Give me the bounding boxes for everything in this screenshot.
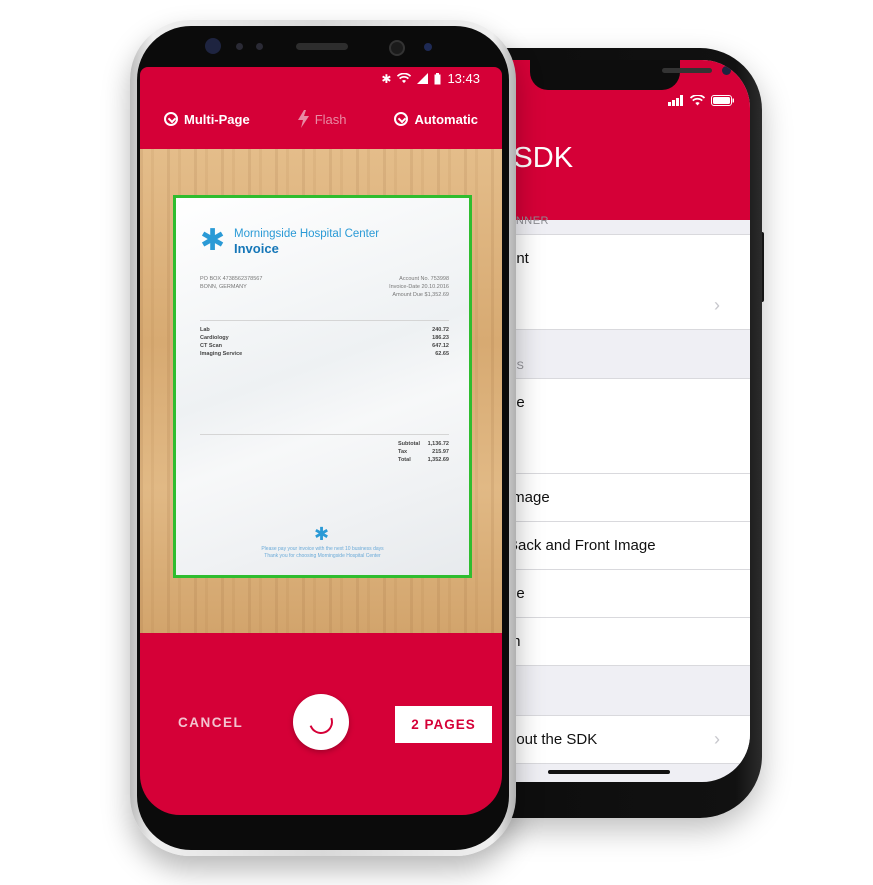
iphone-speaker	[662, 68, 712, 73]
footer-line: Thank you for choosing Morningside Hospi…	[264, 553, 381, 559]
signal-icon	[668, 94, 683, 106]
footer-line: Please pay your invoice with the next 10…	[261, 546, 384, 552]
total-label: Total	[398, 457, 411, 463]
amount-due: Amount Due $1,352.69	[392, 292, 449, 298]
signal-icon	[417, 73, 429, 84]
sensor-dot	[424, 43, 432, 51]
total-amount: 1,136.72	[427, 441, 449, 447]
iris-sensor	[389, 40, 405, 56]
automatic-label: Automatic	[414, 111, 479, 127]
home-indicator	[548, 770, 670, 774]
battery-icon	[711, 94, 734, 106]
battery-icon	[434, 72, 441, 84]
scanner-controls: CANCEL 2 PAGES	[140, 667, 502, 787]
hospital-name: Morningside Hospital Center	[234, 228, 380, 240]
line-item-amount: 647.12	[432, 343, 449, 349]
android-screen: ✱ 13:43 Multi-Page Flash Automatic ✱ Mor…	[140, 67, 502, 815]
scanner-toolbar: Multi-Page Flash Automatic	[140, 97, 502, 141]
multi-page-label: Multi-Page	[183, 111, 250, 127]
medical-star-icon: ✱	[200, 224, 226, 257]
total-label: Tax	[398, 449, 408, 455]
divider	[200, 434, 449, 435]
android-status-bar: ✱ 13:43	[140, 67, 502, 91]
address-line: PO BOX 4738562378567	[200, 276, 263, 282]
line-item-amount: 186.23	[432, 335, 449, 341]
wifi-icon	[397, 73, 412, 84]
sensor-dot	[236, 43, 243, 50]
shutter-button[interactable]	[293, 694, 349, 750]
check-circle-icon	[163, 112, 178, 126]
flash-label: Flash	[314, 111, 347, 127]
line-item-name: Cardiology	[200, 335, 229, 341]
line-item-name: Imaging Service	[200, 351, 243, 357]
iphone-camera	[722, 66, 731, 75]
bluetooth-icon: ✱	[381, 71, 392, 86]
invoice-date: Invoice-Date 20.10.2016	[389, 284, 449, 290]
line-item-amount: 62.65	[435, 351, 449, 357]
sensor-dot	[256, 43, 263, 50]
account-no: Account No. 753998	[399, 276, 449, 282]
line-item-name: Lab	[200, 327, 210, 333]
line-item-amount: 240.72	[432, 327, 449, 333]
total-amount: 215.97	[432, 449, 449, 455]
iphone-status-bar	[668, 90, 738, 110]
cancel-button[interactable]: CANCEL	[178, 715, 243, 730]
chevron-right-icon: ›	[714, 729, 720, 749]
document-footer: Please pay your invoice with the next 10…	[216, 546, 429, 560]
status-time: 13:43	[447, 71, 480, 86]
chevron-right-icon: ›	[714, 295, 720, 315]
multi-page-toggle[interactable]: Multi-Page	[163, 111, 250, 127]
address-line: BONN, GERMANY	[200, 284, 247, 290]
line-item-name: CT Scan	[200, 343, 223, 349]
earpiece-speaker	[296, 43, 348, 50]
scanned-document: ✱ Morningside Hospital Center Invoice PO…	[176, 198, 469, 575]
automatic-toggle[interactable]: Automatic	[394, 112, 478, 127]
document-title: Invoice	[234, 241, 279, 256]
iphone-notch	[530, 60, 731, 90]
loading-spinner-icon	[305, 706, 337, 738]
wifi-icon	[690, 94, 705, 105]
check-circle-icon	[394, 112, 409, 126]
divider	[200, 320, 449, 321]
document-detection-frame: ✱ Morningside Hospital Center Invoice PO…	[173, 195, 472, 578]
front-camera	[205, 38, 221, 54]
medical-star-icon: ✱	[314, 524, 330, 544]
total-amount: 1,352.69	[427, 457, 449, 463]
pages-button[interactable]: 2 PAGES	[395, 706, 492, 743]
flash-toggle[interactable]: Flash	[297, 110, 347, 128]
flash-icon	[297, 110, 309, 128]
